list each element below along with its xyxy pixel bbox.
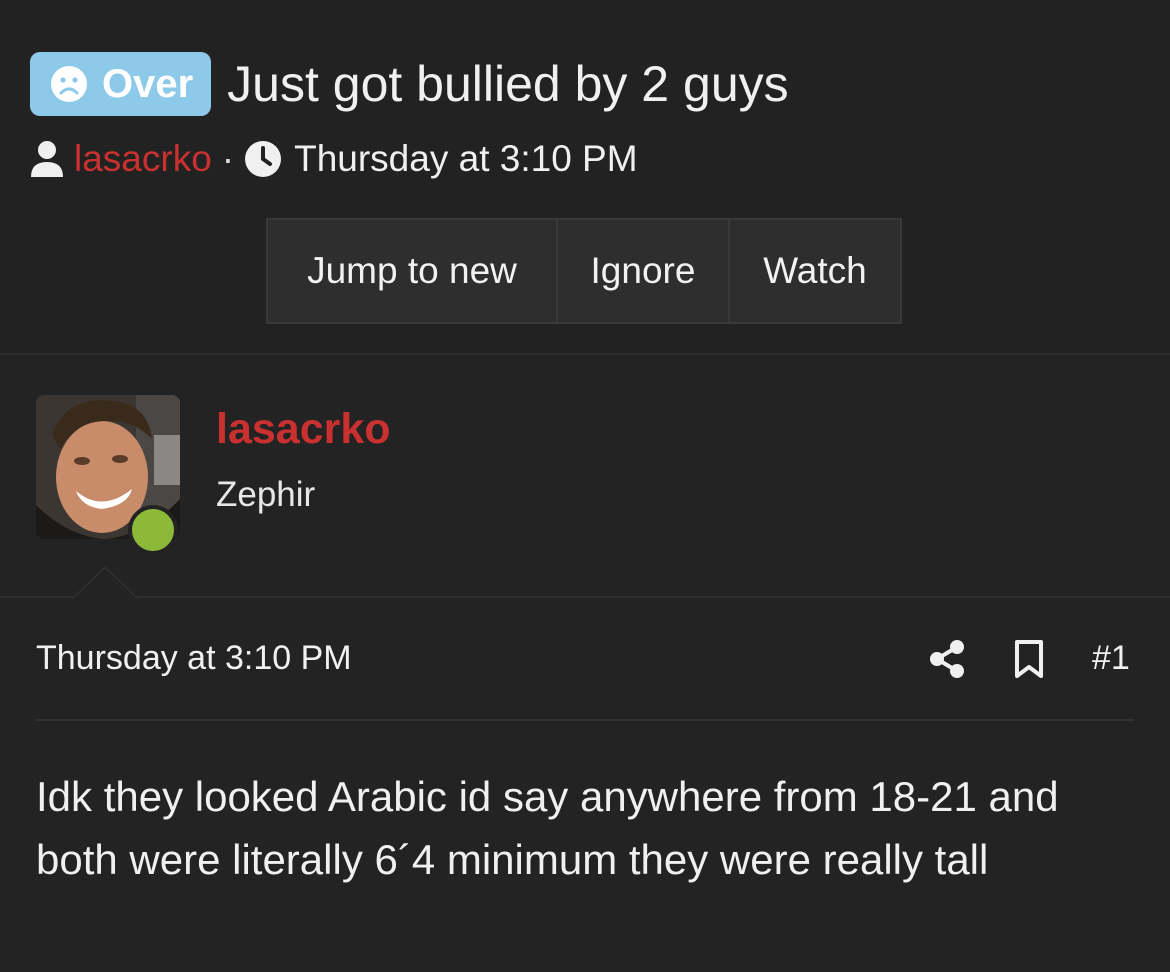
thread-title-row: Over Just got bullied by 2 guys (30, 52, 789, 116)
thread-action-buttons: Jump to new Ignore Watch (266, 218, 902, 324)
clock-icon (245, 141, 282, 177)
post-body: Idk they looked Arabic id say anywhere f… (36, 773, 1059, 883)
sad-face-icon (51, 66, 87, 102)
post-divider (36, 719, 1134, 721)
meta-separator: · (221, 138, 235, 179)
thread-author-link[interactable]: lasacrko (74, 138, 212, 180)
thread-header: Over Just got bullied by 2 guys lasacrko… (0, 0, 1170, 355)
post-number-link[interactable]: #1 (1092, 639, 1130, 678)
thread-prefix-badge[interactable]: Over (30, 52, 212, 116)
post-user-block: lasacrko Zephir (0, 357, 1170, 598)
thread-prefix-label: Over (102, 61, 194, 106)
user-title: Zephir (216, 475, 316, 514)
thread-date[interactable]: Thursday at 3:10 PM (294, 138, 637, 180)
watch-button[interactable]: Watch (728, 220, 900, 322)
online-status-indicator (128, 505, 178, 555)
bookmark-icon[interactable] (1014, 639, 1044, 679)
ignore-button[interactable]: Ignore (556, 220, 728, 322)
post-username[interactable]: lasacrko (216, 405, 391, 454)
share-icon[interactable] (928, 639, 966, 679)
post-date[interactable]: Thursday at 3:10 PM (36, 639, 352, 678)
post-content: Thursday at 3:10 PM #1 Idk they looked A… (0, 599, 1170, 972)
thread-meta: lasacrko · Thursday at 3:10 PM (30, 138, 638, 180)
post-pointer-arrow (70, 567, 140, 601)
jump-to-new-button[interactable]: Jump to new (268, 220, 556, 322)
thread-title: Just got bullied by 2 guys (227, 56, 789, 112)
user-icon (31, 141, 63, 177)
